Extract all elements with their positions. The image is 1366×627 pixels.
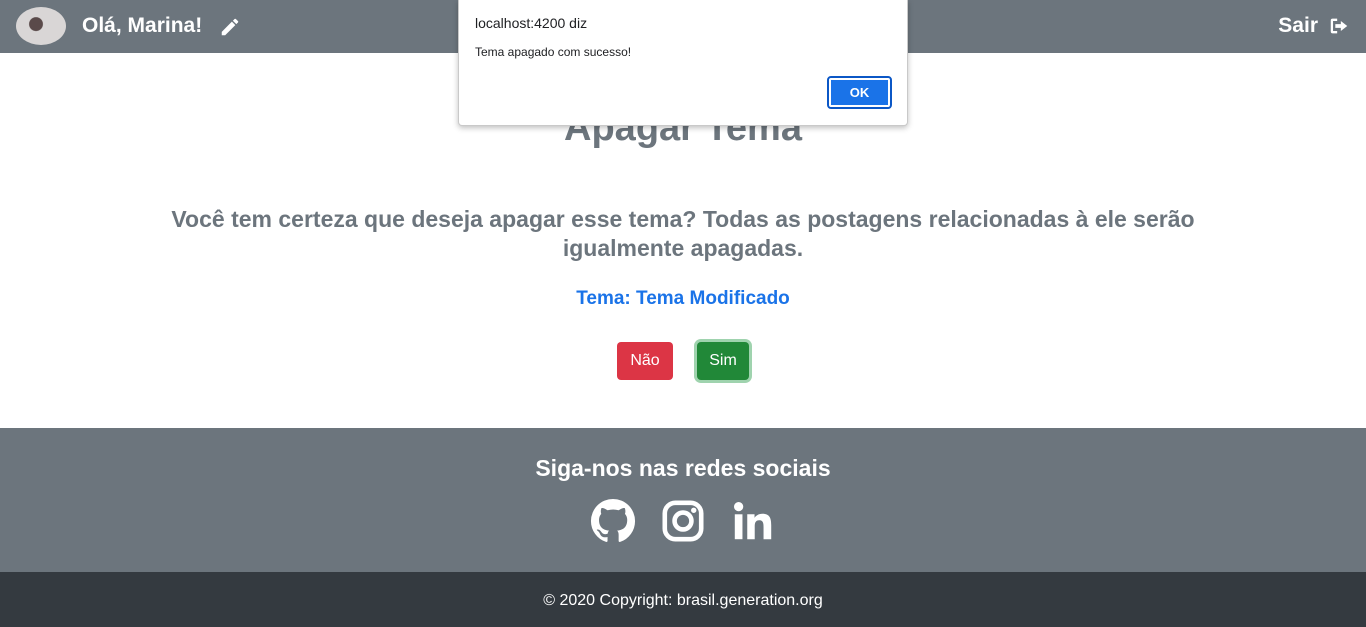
dialog-ok-button[interactable]: OK <box>827 76 892 109</box>
sign-out-icon <box>1330 18 1348 34</box>
social-title: Siga-nos nas redes sociais <box>535 455 831 481</box>
alert-dialog: localhost:4200 diz Tema apagado com suce… <box>458 0 908 126</box>
no-button[interactable]: Não <box>617 342 673 380</box>
social-icons <box>0 498 1366 544</box>
pencil-icon[interactable] <box>219 16 241 38</box>
instagram-icon[interactable] <box>660 498 706 544</box>
dialog-message: Tema apagado com sucesso! <box>475 45 632 59</box>
github-icon[interactable] <box>590 498 636 544</box>
avatar[interactable] <box>16 7 66 45</box>
social-section: Siga-nos nas redes sociais <box>0 428 1366 572</box>
logout-label: Sair <box>1278 14 1318 37</box>
greeting: Olá, Marina! <box>82 14 203 37</box>
confirmation-question: Você tem certeza que deseja apagar esse … <box>171 206 1195 261</box>
copyright-text: © 2020 Copyright: brasil.generation.org <box>543 592 823 609</box>
yes-button[interactable]: Sim <box>697 342 749 380</box>
linkedin-icon[interactable] <box>730 498 776 544</box>
dialog-title: localhost:4200 diz <box>475 15 588 31</box>
footer: © 2020 Copyright: brasil.generation.org <box>0 572 1366 627</box>
theme-name: Tema: Tema Modificado <box>576 288 790 309</box>
logout-button[interactable]: Sair <box>1278 13 1350 39</box>
